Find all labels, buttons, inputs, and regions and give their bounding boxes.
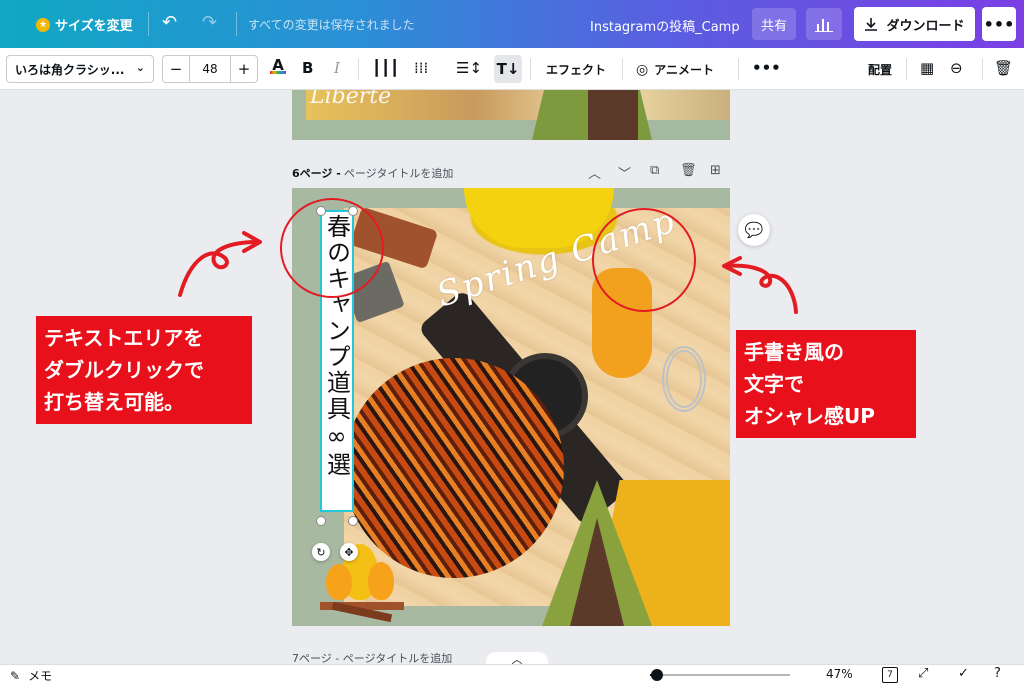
effects-button[interactable]: エフェクト: [546, 61, 606, 78]
color-bar: [270, 71, 286, 74]
undo-icon[interactable]: ↶: [162, 12, 177, 33]
callout-edit-text: テキストエリアを ダブルクリックで 打ち替え可能。: [36, 316, 252, 424]
delete-page-icon[interactable]: 🗑: [680, 163, 697, 178]
top-bar: ★ サイズを変更 ↶ ↷ すべての変更は保存されました Instagramの投稿…: [0, 0, 1024, 48]
duplicate-page-icon[interactable]: ⧉: [650, 163, 659, 178]
more-tools-button[interactable]: •••: [752, 59, 781, 77]
resize-handle[interactable]: [316, 516, 326, 526]
chart-icon: [815, 19, 833, 32]
increase-size-button[interactable]: +: [231, 56, 257, 82]
chevron-down-icon: ⌄: [135, 61, 145, 74]
divider: [738, 58, 739, 80]
add-page-icon[interactable]: ⊞: [710, 163, 721, 178]
notes-icon: ✎: [10, 668, 21, 683]
decrease-size-button[interactable]: −: [163, 56, 189, 82]
zoom-level[interactable]: 47%: [826, 667, 853, 681]
vertical-text-icon: T↓: [496, 60, 520, 78]
move-down-icon[interactable]: ﹀: [618, 163, 631, 182]
italic-icon[interactable]: I: [334, 59, 340, 77]
vertical-align-icon[interactable]: ┃┃┃: [372, 59, 399, 77]
font-size-input[interactable]: 48: [189, 56, 231, 82]
bold-icon[interactable]: B: [302, 59, 313, 77]
resize-label: サイズを変更: [55, 19, 133, 34]
divider: [236, 12, 237, 36]
divider: [148, 12, 149, 36]
list-icon[interactable]: ⁞⁞⁞: [414, 59, 428, 77]
callout-line: 文字で: [744, 372, 804, 396]
notes-button[interactable]: ✎ メモ: [10, 667, 52, 683]
callout-line: 打ち替え可能。: [44, 390, 184, 414]
highlight-circle-text: [280, 198, 384, 298]
page-5-preview[interactable]: Liberté: [292, 90, 730, 140]
move-up-icon[interactable]: ︿: [588, 163, 601, 182]
text-toolbar: いろは角クラシッ... ⌄ − 48 + A B I ┃┃┃ ⁞⁞⁞ ☰↕ T↓…: [0, 48, 1024, 90]
divider: [982, 58, 983, 80]
zoom-slider[interactable]: [650, 669, 790, 681]
flame: [368, 562, 394, 600]
rotate-icon[interactable]: ↻: [312, 543, 330, 561]
font-family-select[interactable]: いろは角クラシッ... ⌄: [6, 55, 154, 83]
crown-icon: ★: [36, 17, 50, 32]
page-title-input[interactable]: ページタイトルを追加: [344, 165, 454, 181]
callout-line: ダブルクリックで: [44, 358, 204, 382]
download-icon: [865, 18, 878, 31]
notes-label: メモ: [28, 669, 53, 683]
document-title[interactable]: Instagramの投稿_Camp: [590, 16, 740, 35]
text-color-icon: A: [272, 56, 284, 74]
flame: [326, 564, 352, 600]
font-name: いろは角クラシッ...: [15, 62, 125, 77]
trash-icon[interactable]: 🗑: [994, 59, 1013, 77]
transparency-icon[interactable]: ▦: [920, 59, 934, 77]
comment-add-icon[interactable]: 💬: [738, 214, 770, 246]
text-color-button[interactable]: A: [270, 56, 286, 74]
page-count-button[interactable]: 7: [882, 667, 898, 683]
resize-button[interactable]: ★ サイズを変更: [36, 15, 133, 34]
animate-icon: ◎: [636, 61, 649, 78]
highlight-circle-script: [592, 208, 696, 312]
help-icon[interactable]: ?: [994, 666, 1001, 681]
vertical-text-button[interactable]: T↓: [494, 55, 522, 83]
download-button[interactable]: ダウンロード: [854, 7, 975, 41]
download-label: ダウンロード: [886, 18, 965, 34]
page-5-script-text: Liberté: [310, 90, 392, 109]
position-button[interactable]: 配置: [868, 61, 892, 78]
page-number: 6ページ -: [292, 167, 341, 180]
divider: [622, 58, 623, 80]
wire-coil: [662, 346, 706, 412]
divider: [906, 58, 907, 80]
page-6-header: 6ページ - ページタイトルを追加 ︿ ﹀ ⧉ 🗑 ⊞: [292, 163, 730, 183]
fullscreen-icon[interactable]: ⤢: [918, 666, 928, 681]
more-options-button[interactable]: •••: [982, 7, 1016, 41]
move-icon[interactable]: ✥: [340, 543, 358, 561]
save-status: すべての変更は保存されました: [248, 18, 415, 32]
animate-label: アニメート: [654, 63, 714, 77]
page-5-tent-door: [588, 90, 638, 140]
callout-line: オシャレ感UP: [744, 404, 875, 428]
animate-button[interactable]: ◎ アニメート: [636, 61, 714, 78]
share-button[interactable]: 共有: [752, 8, 796, 40]
callout-line: テキストエリアを: [44, 326, 204, 350]
check-icon[interactable]: ✓: [958, 666, 969, 681]
arrow-right: [722, 256, 798, 314]
link-icon[interactable]: ⊖: [950, 59, 963, 77]
arrow-left: [178, 231, 262, 297]
callout-handwriting: 手書き風の 文字で オシャレ感UP: [736, 330, 916, 438]
divider: [530, 58, 531, 80]
redo-icon[interactable]: ↷: [202, 12, 217, 33]
bottom-bar: ✎ メモ 47% 7 ⤢ ✓ ?: [0, 664, 1024, 683]
callout-line: 手書き風の: [744, 340, 844, 364]
insights-button[interactable]: [806, 8, 842, 40]
font-size-stepper: − 48 +: [162, 55, 258, 83]
divider: [358, 58, 359, 80]
zoom-slider-knob[interactable]: [651, 669, 663, 681]
spacing-icon[interactable]: ☰↕: [456, 59, 482, 77]
campfire-illustration: [320, 538, 400, 608]
resize-handle[interactable]: [348, 516, 358, 526]
